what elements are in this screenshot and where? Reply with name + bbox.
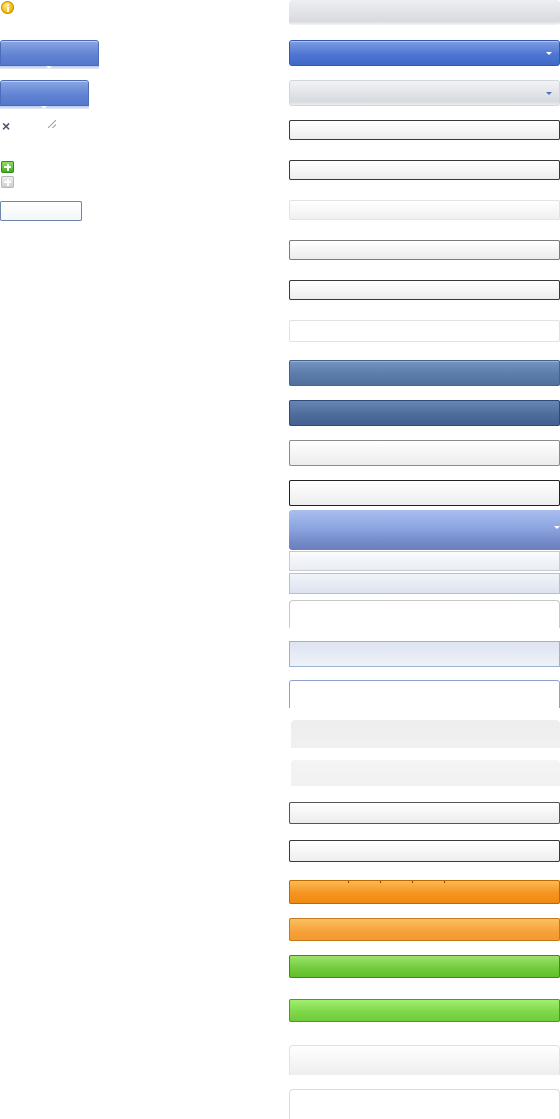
text-field-normal-2[interactable] (289, 802, 560, 824)
steel-blue-button-pressed[interactable] (289, 400, 560, 426)
tick-marks (348, 881, 468, 883)
list-row[interactable] (289, 551, 560, 571)
text-field-dark[interactable] (289, 160, 560, 180)
steel-blue-button[interactable] (289, 360, 560, 386)
info-icon (1, 1, 14, 14)
orange-button-hover[interactable] (289, 918, 560, 941)
callout-pointer (46, 66, 52, 69)
text-field-disabled (289, 200, 560, 220)
green-button-hover[interactable] (289, 999, 560, 1022)
panel-blue-tinted (289, 641, 560, 667)
add-icon-enabled[interactable] (1, 161, 14, 173)
blue-callout-top (0, 40, 99, 70)
orange-button[interactable] (289, 880, 560, 904)
input-box-normal[interactable] (289, 440, 560, 466)
text-field-focused[interactable] (289, 120, 560, 140)
green-button[interactable] (289, 955, 560, 978)
text-field-normal[interactable] (289, 240, 560, 260)
tab-gray-inactive[interactable] (291, 760, 560, 786)
callout-body (0, 40, 99, 66)
text-field-hover[interactable] (289, 280, 560, 300)
gradient-panel-header[interactable] (289, 510, 560, 550)
panel-top-plain (289, 600, 560, 628)
callout-body (0, 80, 89, 106)
close-icon[interactable]: × (2, 119, 14, 133)
chevron-down-icon (546, 92, 552, 95)
tab-gray-active[interactable] (291, 720, 560, 748)
small-text-field[interactable] (0, 201, 82, 221)
card-header-gray (289, 1045, 560, 1075)
add-icon-disabled (1, 176, 14, 188)
blue-callout-bottom (0, 80, 89, 110)
text-field-plain[interactable] (289, 320, 560, 342)
blue-dropdown-button[interactable] (289, 40, 560, 66)
gray-dropdown-button[interactable] (289, 80, 560, 106)
list-row-selected[interactable] (289, 573, 560, 594)
callout-pointer (41, 106, 47, 109)
panel-top-blue-outline (289, 680, 560, 708)
card-header-white (289, 1089, 560, 1119)
gray-header-bar (289, 0, 560, 25)
chevron-down-icon (546, 52, 552, 55)
text-field-dark-2[interactable] (289, 840, 560, 862)
resize-grip-icon[interactable] (48, 120, 56, 128)
input-box-active[interactable] (289, 480, 560, 506)
